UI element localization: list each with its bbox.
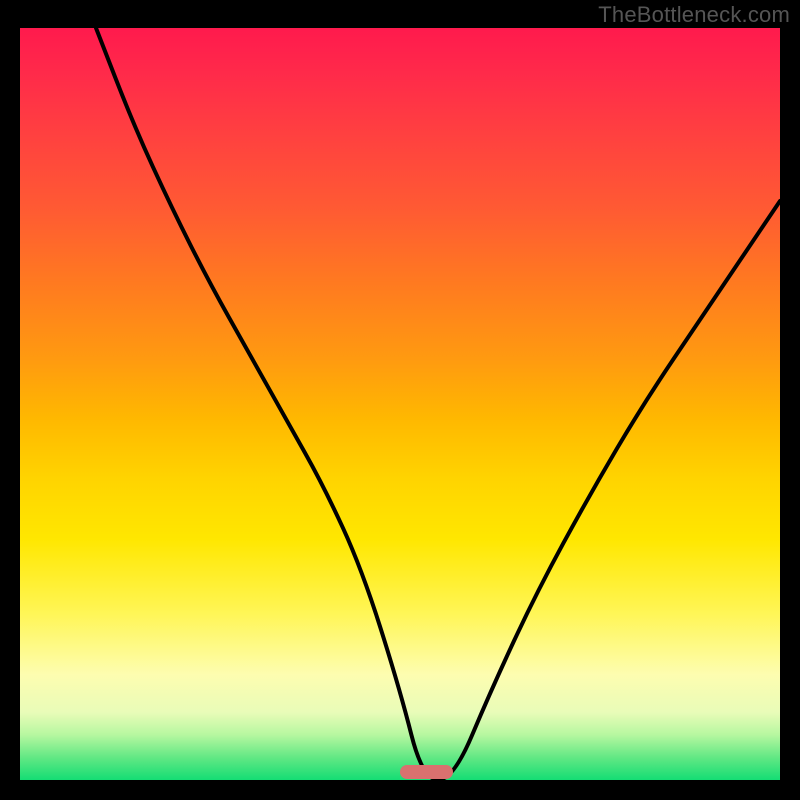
- optimal-range-marker: [400, 765, 453, 779]
- page-frame: TheBottleneck.com: [0, 0, 800, 800]
- chart-plot-area: [20, 28, 780, 780]
- watermark-text: TheBottleneck.com: [598, 2, 790, 28]
- curve-path: [96, 28, 780, 780]
- bottleneck-curve: [20, 28, 780, 780]
